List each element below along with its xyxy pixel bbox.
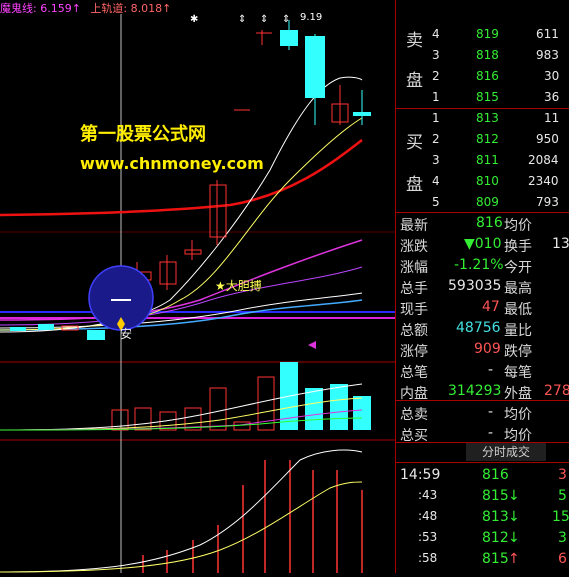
tick-row: :48 813 ↓ 15: [418, 509, 569, 525]
marker-star: ✱: [190, 14, 198, 25]
candle: [10, 327, 26, 331]
candle: [209, 184, 227, 238]
peak-price-label: 9.19: [300, 12, 323, 23]
signal-label-an: 安: [120, 327, 133, 341]
quote-row-latest: 最新 816 均价: [400, 215, 532, 234]
sell-row-3[interactable]: 3 818 983: [396, 45, 569, 66]
buy-row-3[interactable]: 3 811 2084: [396, 150, 569, 171]
marker-arrow: ⇕: [238, 14, 246, 25]
ghost-line-label: 魔鬼线: 6.159↑: [0, 2, 81, 15]
ma-violet: [0, 266, 363, 326]
candle: [184, 249, 202, 255]
signal-label-star: ★大胆搏: [215, 279, 262, 293]
indicator-bars: [142, 460, 363, 573]
candle: [38, 324, 54, 330]
tick-row: :53 812 ↓ 3: [418, 530, 567, 546]
buy-row-5[interactable]: 5 809 793: [396, 192, 569, 213]
marker-arrow: ⇕: [282, 14, 290, 25]
quote-row-current: 现手 47 最低: [400, 299, 532, 318]
marker-arrow: ⇕: [260, 14, 268, 25]
volume-bar: [305, 388, 323, 430]
volume-bars: [111, 362, 371, 431]
buy-row-4[interactable]: 4 810 2340: [396, 171, 569, 192]
sell-row-2[interactable]: 2 816 30: [396, 66, 569, 87]
top-markers: ✱ ⇕ ⇕ ⇕: [190, 14, 290, 25]
quote-row-amount: 总额 48756 量比: [400, 320, 532, 339]
ma-white: [0, 76, 363, 333]
volume-bar: [233, 421, 251, 431]
sell-row-1[interactable]: 1 815 36: [396, 87, 569, 108]
ind-yellow: [0, 481, 363, 573]
ma-red: [0, 139, 363, 217]
tick-row: 14:59 816 3: [400, 467, 567, 483]
kline-svg: ✱ ⇕ ⇕ ⇕: [0, 14, 395, 573]
candle: [159, 261, 177, 285]
candle: [87, 330, 105, 340]
magenta-triangle: [308, 341, 316, 349]
divider: [396, 462, 569, 463]
tick-row: :58 815 ↑ 6: [418, 551, 567, 567]
quote-row-pct: 涨幅 -1.21% 今开: [400, 257, 532, 276]
candle: [305, 36, 325, 98]
quote-row-inner: 内盘 314293 外盘 278: [400, 383, 569, 402]
quote-row-total-buy: 总买 - 均价: [400, 425, 532, 444]
indicator-legend: 魔鬼线: 6.159↑ 上轨道: 8.018↑: [0, 0, 171, 16]
ind-white: [0, 449, 363, 573]
candle: [280, 30, 298, 46]
quote-row-change: 涨跌 ▼010 换手 13: [400, 236, 569, 255]
quote-row-total: 总手 593035 最高: [400, 278, 532, 297]
watermark-url: www.chnmoney.com: [80, 154, 264, 173]
kline-chart-area[interactable]: ✱ ⇕ ⇕ ⇕ 魔鬼线: 6.159↑ 上轨道: 8.018↑ 9.19 第一股…: [0, 0, 395, 573]
buy-row-1[interactable]: 1 813 11: [396, 108, 569, 129]
volume-bar: [353, 396, 371, 430]
volume-bar: [330, 384, 348, 430]
ma-yellow: [0, 117, 363, 331]
upper-channel-label: 上轨道: 8.018↑: [90, 2, 172, 15]
sell-row-4[interactable]: 4 819 611: [396, 24, 569, 45]
quote-row-limit: 涨停 909 跌停: [400, 341, 532, 360]
quote-row-total-sell: 总卖 - 均价: [400, 404, 532, 423]
buy-row-2[interactable]: 2 812 950: [396, 129, 569, 150]
tick-row: :43 815 ↓ 5: [418, 488, 567, 504]
quote-panel: 卖 盘 4 819 611 3 818 983 2 816 30 1 815 3…: [395, 0, 569, 573]
tab-tick-trades[interactable]: 分时成交: [466, 443, 546, 461]
candle: [353, 112, 371, 116]
candles: [10, 20, 371, 340]
volume-bar: [209, 387, 227, 431]
watermark-title: 第一股票公式网: [80, 124, 206, 145]
quote-row-trades: 总笔 - 每笔: [400, 362, 532, 381]
